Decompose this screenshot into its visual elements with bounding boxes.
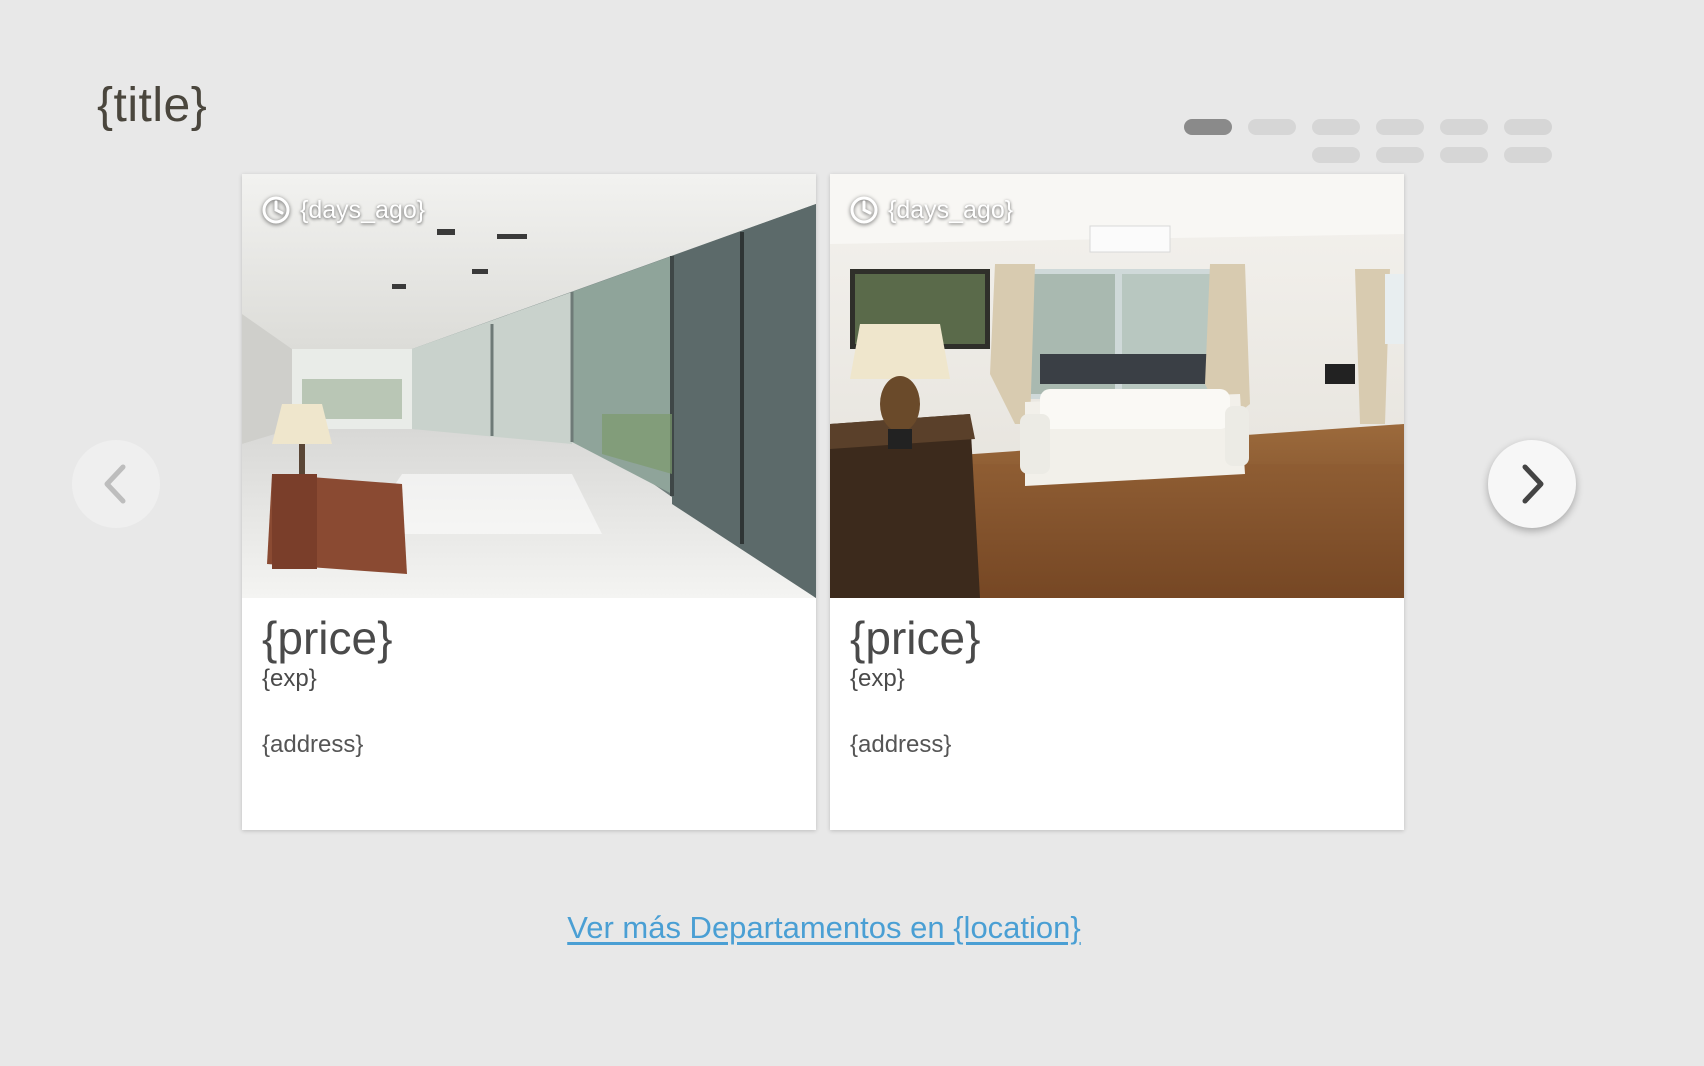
pagination-dot-9[interactable] bbox=[1440, 147, 1488, 163]
pagination-dot-4[interactable] bbox=[1376, 119, 1424, 135]
lobby-photo bbox=[242, 174, 816, 598]
pagination-dot-2[interactable] bbox=[1248, 119, 1296, 135]
listing-address: {address} bbox=[850, 731, 952, 758]
listing-info: {price} {exp} {address} bbox=[830, 598, 1404, 760]
see-more-link[interactable]: Ver más Departamentos en {location} bbox=[567, 910, 1081, 945]
listing-card[interactable]: {days_ago} {price} {exp} {address} bbox=[830, 174, 1404, 830]
listing-price: {price} bbox=[850, 612, 981, 664]
pagination-row-1 bbox=[1180, 119, 1552, 135]
carousel-next-button[interactable] bbox=[1488, 440, 1576, 528]
days-ago-text: {days_ago} bbox=[300, 195, 426, 224]
listing-expenses: {exp} bbox=[262, 665, 317, 692]
listing-photo: {days_ago} bbox=[242, 174, 816, 598]
carousel-prev-button[interactable] bbox=[72, 440, 160, 528]
pagination-dot-1[interactable] bbox=[1184, 119, 1232, 135]
listing-address: {address} bbox=[262, 731, 364, 758]
pagination-dot-6[interactable] bbox=[1504, 119, 1552, 135]
listing-photo: {days_ago} bbox=[830, 174, 1404, 598]
see-more-container: Ver más Departamentos en {location} bbox=[0, 910, 1648, 946]
section-title: {title} bbox=[97, 79, 208, 132]
listing-price: {price} bbox=[262, 612, 393, 664]
clock-icon bbox=[850, 196, 878, 224]
pagination-row-2 bbox=[1180, 147, 1552, 163]
pagination-dot-7[interactable] bbox=[1312, 147, 1360, 163]
days-ago-badge: {days_ago} bbox=[260, 194, 425, 226]
pagination-dot-3[interactable] bbox=[1312, 119, 1360, 135]
chevron-left-icon bbox=[104, 464, 126, 504]
listing-expenses: {exp} bbox=[850, 665, 905, 692]
listing-card[interactable]: {days_ago} {price} {exp} {address} bbox=[242, 174, 816, 830]
pagination-dot-10[interactable] bbox=[1504, 147, 1552, 163]
listing-cards: {days_ago} {price} {exp} {address} {days… bbox=[242, 174, 1404, 830]
listing-carousel-section: {title} {days_ago} {price} {exp} {addres… bbox=[0, 0, 1704, 1066]
days-ago-text: {days_ago} bbox=[888, 195, 1014, 224]
carousel-pagination bbox=[1180, 119, 1552, 175]
days-ago-badge: {days_ago} bbox=[848, 194, 1013, 226]
clock-icon bbox=[262, 196, 290, 224]
pagination-dot-8[interactable] bbox=[1376, 147, 1424, 163]
chevron-right-icon bbox=[1522, 464, 1544, 504]
pagination-dot-5[interactable] bbox=[1440, 119, 1488, 135]
living-room-photo bbox=[830, 174, 1404, 598]
listing-info: {price} {exp} {address} bbox=[242, 598, 816, 760]
